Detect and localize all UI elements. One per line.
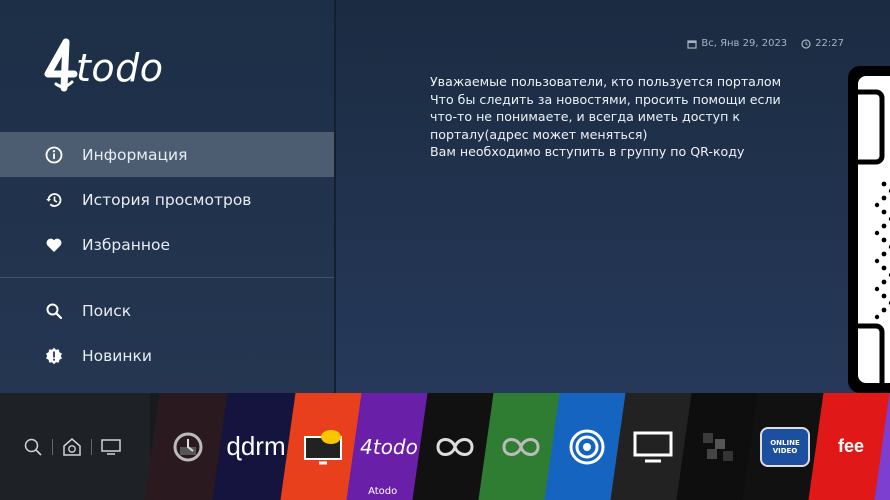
menu-item-info[interactable]: Информация <box>0 132 334 177</box>
message-line: Уважаемые пользователи, кто пользуется п… <box>430 74 782 89</box>
menu-item-favorites[interactable]: Избранное <box>0 222 334 267</box>
primary-menu: Информация История просмотров Избранное <box>0 132 334 267</box>
home-settings-icon[interactable] <box>61 436 83 458</box>
secondary-menu: Поиск Новинки <box>0 288 334 378</box>
tile-label: Atodo <box>368 486 398 497</box>
datetime: Вс, Янв 29, 2023 22:27 <box>687 38 844 49</box>
atodo-tile-logo: 4todo <box>360 434 418 459</box>
clock-icon <box>801 38 811 49</box>
menu-divider <box>0 277 334 278</box>
search-icon[interactable] <box>22 436 44 458</box>
menu-item-label: Поиск <box>82 301 132 320</box>
app-root: todo Информация История просмотров Избра… <box>0 0 890 500</box>
history-icon <box>44 190 64 210</box>
message-line: Что бы следить за новостями, просить пом… <box>430 91 781 107</box>
sidebar: todo Информация История просмотров Избра… <box>0 0 334 393</box>
search-icon <box>44 301 64 321</box>
tv-input-icon[interactable] <box>100 436 122 458</box>
separator <box>91 438 92 455</box>
date-text: Вс, Янв 29, 2023 <box>701 38 788 49</box>
menu-item-new[interactable]: Новинки <box>0 333 334 378</box>
menu-item-label: Избранное <box>82 235 171 254</box>
menu-item-label: Информация <box>82 145 188 164</box>
launcher-bar: ɖdrm 4todo Atodo ONLINE VIDEO fee <box>0 393 890 500</box>
time-text: 22:27 <box>815 38 844 49</box>
info-icon <box>44 145 64 165</box>
menu-item-history[interactable]: История просмотров <box>0 177 334 222</box>
menu-item-label: История просмотров <box>82 190 252 209</box>
main-panel: Вс, Янв 29, 2023 22:27 Уважаемые пользов… <box>336 0 890 393</box>
fee-text: fee <box>837 436 864 456</box>
online-video-text: ONLINE VIDEO <box>770 438 800 455</box>
logo-text: todo <box>76 46 164 90</box>
message-line: порталу(адрес может меняться) <box>430 126 648 142</box>
qr-code-image <box>858 76 890 383</box>
heart-icon <box>44 235 64 255</box>
calendar-icon <box>687 39 697 49</box>
logo-mark-icon <box>42 38 80 92</box>
info-message: Уважаемые пользователи, кто пользуется п… <box>430 73 800 161</box>
message-line: Вам необходимо вступить в группу по QR-к… <box>430 144 745 159</box>
menu-item-search[interactable]: Поиск <box>0 288 334 333</box>
message-line: что-то не понимаете, и всегда иметь дост… <box>430 109 740 124</box>
qr-code-card <box>848 66 890 393</box>
menu-item-label: Новинки <box>82 346 152 365</box>
launcher-controls <box>0 393 150 500</box>
drm-text: drm <box>240 431 286 461</box>
separator <box>52 438 53 455</box>
new-badge-icon <box>44 346 64 366</box>
atodo-logo: todo <box>42 34 164 94</box>
